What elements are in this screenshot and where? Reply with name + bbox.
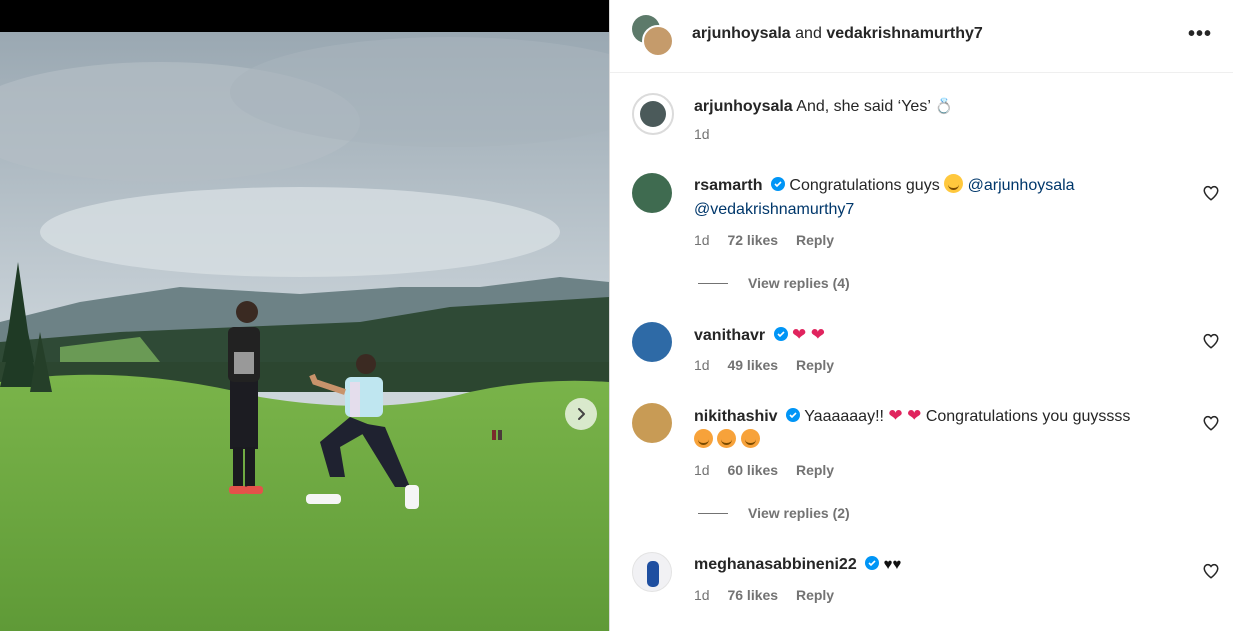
collab-avatars[interactable] (632, 15, 674, 57)
avatar[interactable] (632, 173, 672, 213)
comment-text: Yaaaaaay!! (804, 408, 884, 425)
caption-body: arjunhoysala And, she said ‘Yes’ 💍 (694, 95, 1174, 119)
heart-outline-icon[interactable] (1202, 414, 1220, 432)
comment-time: 1d (694, 357, 710, 373)
comment-text: Congratulations guys (789, 177, 940, 194)
comment-body: nikithashiv Yaaaaaay!! ❤ ❤ Congratulatio… (694, 404, 1174, 453)
heart-outline-icon[interactable] (1202, 332, 1220, 350)
avatar (642, 25, 674, 57)
verified-badge-icon (770, 177, 785, 191)
caption-meta: 1d (694, 126, 724, 142)
reply-button[interactable]: Reply (796, 587, 834, 603)
verified-badge-icon (786, 408, 801, 422)
likes-count[interactable]: 76 likes (727, 587, 778, 603)
likes-count[interactable]: 72 likes (727, 232, 778, 248)
caption-time: 1d (694, 126, 710, 142)
divider (698, 282, 728, 284)
verified-badge-icon (865, 556, 880, 570)
divider (698, 512, 728, 514)
comment-time: 1d (694, 587, 710, 603)
header-username-1[interactable]: arjunhoysala (692, 25, 791, 42)
hug-emoji (740, 429, 760, 448)
comment-text: Congratulations you guyssss (925, 408, 1131, 425)
hug-emoji (694, 429, 713, 448)
comment-body: rsamarth Congratulations guys @arjunhoys… (694, 174, 1174, 222)
comment-meta: 1d 49 likes Reply (694, 357, 848, 373)
reply-button[interactable]: Reply (796, 357, 834, 373)
more-horizontal-icon[interactable]: ••• (1188, 24, 1212, 44)
comment-username[interactable]: vanithavr (694, 327, 765, 344)
next-slide-button[interactable] (565, 398, 597, 430)
reply-button[interactable]: Reply (796, 462, 834, 478)
reply-button[interactable]: Reply (796, 232, 834, 248)
comment-username[interactable]: rsamarth (694, 177, 762, 194)
avatar[interactable] (632, 552, 672, 592)
red-heart-emoji: ❤ (810, 325, 825, 344)
comment-body: meghanasabbineni22 ♥♥ (694, 553, 1174, 577)
heart-outline-icon[interactable] (1202, 562, 1220, 580)
red-heart-emoji: ❤ (792, 325, 807, 344)
post-media (0, 0, 609, 631)
comment-time: 1d (694, 232, 710, 248)
avatar[interactable] (632, 93, 674, 135)
post-header: arjunhoysala and vedakrishnamurthy7 ••• (610, 0, 1233, 73)
comment-meta: 1d 72 likes Reply (694, 232, 848, 248)
header-username-2[interactable]: vedakrishnamurthy7 (826, 25, 983, 42)
black-hearts-emoji: ♥♥ (883, 556, 902, 573)
mention-link[interactable]: @vedakrishnamurthy7 (694, 201, 854, 218)
red-heart-emoji: ❤ (888, 406, 903, 425)
post-photo (0, 32, 609, 631)
ring-emoji: 💍 (934, 98, 954, 115)
comment-time: 1d (694, 462, 710, 478)
avatar[interactable] (632, 403, 672, 443)
likes-count[interactable]: 49 likes (727, 357, 778, 373)
heart-outline-icon[interactable] (1202, 184, 1220, 202)
header-joiner: and (795, 25, 822, 42)
view-replies-label: View replies (2) (748, 505, 850, 521)
caption-text: And, she said ‘Yes’ (796, 98, 931, 115)
view-replies-button[interactable]: View replies (2) (698, 505, 850, 521)
avatar[interactable] (632, 322, 672, 362)
header-usernames: arjunhoysala and vedakrishnamurthy7 (692, 25, 983, 43)
likes-count[interactable]: 60 likes (727, 462, 778, 478)
view-replies-button[interactable]: View replies (4) (698, 275, 850, 291)
comments-panel: arjunhoysala and vedakrishnamurthy7 ••• … (609, 0, 1233, 631)
red-heart-emoji: ❤ (907, 406, 922, 425)
smile-emoji (944, 174, 964, 193)
mention-link[interactable]: @arjunhoysala (968, 177, 1075, 194)
view-replies-label: View replies (4) (748, 275, 850, 291)
comment-username[interactable]: meghanasabbineni22 (694, 556, 857, 573)
comment-body: vanithavr ❤ ❤ (694, 323, 1174, 348)
chevron-right-icon (578, 408, 585, 420)
hug-emoji (717, 429, 737, 448)
verified-badge-icon (773, 327, 788, 341)
comment-username[interactable]: nikithashiv (694, 408, 778, 425)
comment-meta: 1d 76 likes Reply (694, 587, 848, 603)
caption-username[interactable]: arjunhoysala (694, 98, 793, 115)
comment-meta: 1d 60 likes Reply (694, 462, 848, 478)
